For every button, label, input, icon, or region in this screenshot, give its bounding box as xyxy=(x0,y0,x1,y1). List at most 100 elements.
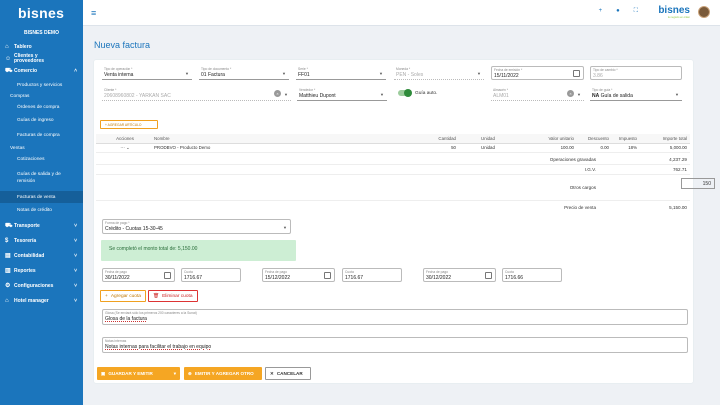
cuota-fecha-2[interactable]: Fecha de pago 15/12/2022 xyxy=(262,268,335,282)
home-icon: ⌂ xyxy=(5,44,9,50)
sidebar-item-reportes[interactable]: ▥ Reportes ˅ xyxy=(0,263,83,278)
sidebar-item-guias-salida[interactable]: Guías de salida y de remisión xyxy=(0,168,83,188)
col-header: Impuesto xyxy=(612,134,640,144)
add-icon[interactable]: + xyxy=(599,8,603,15)
add-cuota-button[interactable]: + Agregar cuota xyxy=(100,290,146,302)
success-alert: Se completó el monto total de: 5,150.00 xyxy=(101,240,296,261)
money-icon: $ xyxy=(5,237,9,244)
menu-icon[interactable]: ≡ xyxy=(91,8,96,18)
hotel-icon: ⌂ xyxy=(5,297,9,304)
cancel-button[interactable]: ✕ CANCELAR xyxy=(265,367,311,380)
chevron-down-icon[interactable]: ▾ xyxy=(174,371,176,377)
sidebar-item-hotel[interactable]: ⌂ Hotel manager ˅ xyxy=(0,293,83,308)
cell-cantidad: 50 xyxy=(399,143,459,153)
glosa-field[interactable]: Glosa (Se enviará sólo los primeros 200 … xyxy=(102,309,688,325)
dropdown-icon: ▼ xyxy=(284,92,288,97)
add-article-button[interactable]: + AGREGAR ARTÍCULO xyxy=(100,120,158,129)
emit-add-button[interactable]: ⊕ EMITIR Y AGREGAR OTRO xyxy=(184,367,262,380)
col-header: Cantidad xyxy=(399,134,459,144)
sidebar-item-notas-credito[interactable]: Notas de crédito xyxy=(0,203,83,218)
sum-otros: Otros cargos xyxy=(96,176,690,201)
calendar-icon[interactable] xyxy=(164,272,171,279)
dropdown-icon: ▼ xyxy=(675,92,679,97)
items-table: Acciones Nombre Cantidad Unidad Valor un… xyxy=(96,134,690,153)
sidebar-item-facturas-venta[interactable]: Facturas de venta xyxy=(0,191,83,203)
sidebar-item-guias-ingreso[interactable]: Guías de ingreso xyxy=(0,113,83,128)
sidebar-item-clientes[interactable]: ☺ Clientes y proveedores xyxy=(0,52,83,66)
dropdown-icon: ▼ xyxy=(577,92,581,97)
chevron-down-icon: ˅ xyxy=(74,252,77,259)
cuota-monto-2[interactable]: Cuota 1716.67 xyxy=(342,268,402,282)
guia-auto-toggle[interactable] xyxy=(398,89,412,97)
topbar: ≡ + ● ⛶ bisnes tu negocio en orden xyxy=(83,0,720,26)
col-header: Nombre xyxy=(154,134,399,144)
sidebar-item-tesoreria[interactable]: $ Tesorería ˅ xyxy=(0,233,83,248)
guia-auto-label: Guía auto. xyxy=(415,91,438,96)
sidebar-section-compras: Compras xyxy=(10,93,30,99)
truck-icon: ⛟ xyxy=(5,222,13,229)
clear-icon[interactable]: × xyxy=(274,90,281,97)
dropdown-icon: ▼ xyxy=(477,71,481,76)
trash-icon: 🗑 xyxy=(153,293,160,299)
serie-select[interactable]: Serie * FF01 ▼ xyxy=(296,66,386,80)
users-icon: ☺ xyxy=(5,55,12,62)
sidebar-item-comercio[interactable]: ⛟ Comercio ˄ xyxy=(0,66,83,76)
chevron-up-icon: ˄ xyxy=(74,68,77,74)
cell-nombre: PRODBVO - Producto Demo xyxy=(154,143,399,153)
close-icon: ✕ xyxy=(270,370,274,376)
cliente-field[interactable]: Cliente * 20608960802 - YARKAN SAC × ▼ xyxy=(102,87,291,101)
calendar-icon[interactable] xyxy=(324,272,331,279)
save-emit-button[interactable]: ▣ GUARDAR Y EMITIR ▾ xyxy=(97,367,180,380)
tipo-documento-select[interactable]: Tipo de documento * 01 Factura ▼ xyxy=(199,66,289,80)
page-title: Nueva factura xyxy=(94,40,151,50)
brand-logo: bisnes xyxy=(658,5,690,16)
sidebar-item-cotizaciones[interactable]: Cotizaciones xyxy=(0,153,83,165)
tipo-operacion-select[interactable]: Tipo de operación * Venta interna ▼ xyxy=(102,66,192,80)
sidebar-item-ordenes[interactable]: Órdenes de compra xyxy=(0,101,83,113)
company-name: BISNES DEMO xyxy=(23,30,59,36)
calendar-icon[interactable] xyxy=(573,70,580,77)
fullscreen-icon[interactable]: ⛶ xyxy=(634,8,638,15)
cart-icon: ⛟ xyxy=(5,68,13,74)
bell-icon[interactable]: ● xyxy=(616,8,620,15)
gear-icon: ⚙ xyxy=(5,283,11,289)
dropdown-icon: ▼ xyxy=(380,92,384,97)
sidebar-item-facturas-compra[interactable]: Facturas de compra xyxy=(0,128,83,143)
chevron-down-icon: ˅ xyxy=(74,222,77,229)
fecha-emision-field[interactable]: Fecha de emisión * 15/11/2022 xyxy=(491,66,584,80)
dropdown-icon: ▼ xyxy=(185,71,189,76)
cell-importe: 5,000.00 xyxy=(640,143,690,153)
col-header: Acciones xyxy=(96,134,154,144)
cell-unidad: Unidad xyxy=(459,143,517,153)
col-header: Descuento xyxy=(577,134,612,144)
chevron-down-icon: ˅ xyxy=(74,267,77,274)
app-logo: bisnes xyxy=(18,5,65,21)
vendedor-select[interactable]: Vendedor * Matthieu Dupont ▼ xyxy=(297,87,387,101)
sidebar-item-contabilidad[interactable]: ▤ Contabilidad ˅ xyxy=(0,248,83,263)
cuota-fecha-3[interactable]: Fecha de pago 30/12/2022 xyxy=(423,268,496,282)
otros-cargos-input[interactable]: 150 xyxy=(681,178,715,189)
sidebar-item-transporte[interactable]: ⛟ Transporte ˅ xyxy=(0,218,83,233)
cuota-monto-1[interactable]: Cuota 1716.67 xyxy=(181,268,241,282)
almacen-select[interactable]: Almacén * ALM01 × ▼ xyxy=(491,87,584,101)
clear-icon[interactable]: × xyxy=(567,90,574,97)
sum-igv: I.G.V. 762.71 xyxy=(96,165,690,175)
forma-pago-select[interactable]: Forma de pago * Crédito - Cuotas 15-30-45… xyxy=(102,219,291,234)
row-actions[interactable]: ⋯ ⌄ xyxy=(96,143,154,153)
notas-field[interactable]: Notas internas Notas internas para facili… xyxy=(102,337,688,353)
tipo-guia-select[interactable]: Tipo de guía * NA Guía de salida ▼ xyxy=(590,87,682,101)
calendar-icon[interactable] xyxy=(485,272,492,279)
ledger-icon: ▤ xyxy=(5,253,11,259)
sidebar-item-productos[interactable]: Productos y servicios xyxy=(0,79,83,91)
save-icon: ▣ xyxy=(101,370,106,376)
cell-impuesto: 18% xyxy=(612,143,640,153)
sum-precio: Precio de venta 5,150.00 xyxy=(564,205,687,210)
chevron-down-icon: ˅ xyxy=(74,297,77,304)
sidebar-item-configuraciones[interactable]: ⚙ Configuraciones ˅ xyxy=(0,278,83,293)
avatar[interactable] xyxy=(698,6,710,18)
sidebar-item-tablero[interactable]: ⌂ Tablero xyxy=(0,42,83,52)
cell-descuento: 0.00 xyxy=(577,143,612,153)
cuota-monto-3[interactable]: Cuota 1716.66 xyxy=(502,268,562,282)
delete-cuota-button[interactable]: 🗑 Eliminar cuota xyxy=(148,290,198,302)
cuota-fecha-1[interactable]: Fecha de pago 30/11/2022 xyxy=(102,268,175,282)
